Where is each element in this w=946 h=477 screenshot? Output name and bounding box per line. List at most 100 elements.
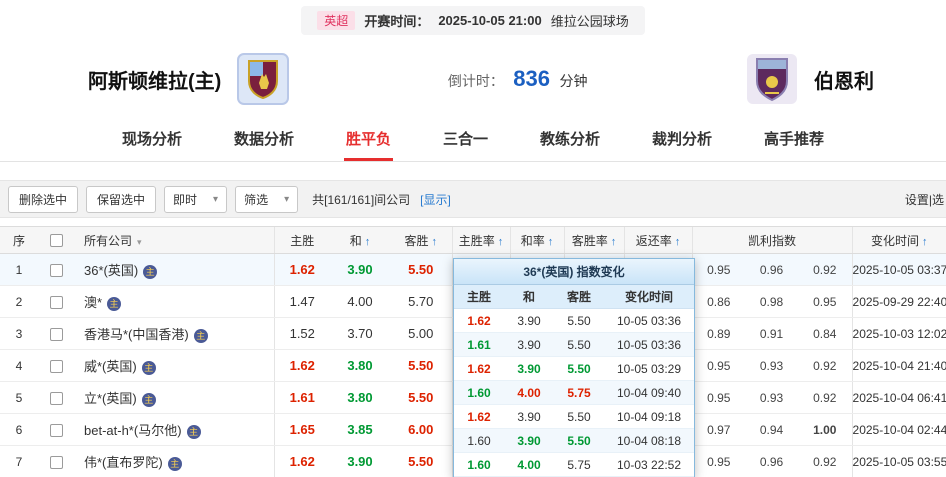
popup-history-row: 1.623.905.5010-05 03:29 bbox=[454, 357, 694, 381]
popup-history-row: 1.613.905.5010-05 03:36 bbox=[454, 333, 694, 357]
row-checkbox[interactable] bbox=[50, 328, 63, 341]
header-home-rate[interactable]: 主胜率↑ bbox=[452, 227, 510, 254]
countdown-unit: 分钟 bbox=[559, 73, 587, 89]
header-return-rate[interactable]: 返还率↑ bbox=[624, 227, 692, 254]
popup-odds-home: 1.60 bbox=[454, 429, 504, 452]
odds-draw: 3.70 bbox=[330, 318, 390, 350]
popup-header-away: 客胜 bbox=[554, 285, 604, 308]
away-team-name: 伯恩利 bbox=[814, 65, 874, 94]
change-time: 2025-09-29 22:40 bbox=[852, 286, 946, 318]
keep-selected-button[interactable]: 保留选中 bbox=[86, 186, 156, 213]
header-draw-rate[interactable]: 和率↑ bbox=[510, 227, 564, 254]
kelly-home: 0.95 bbox=[692, 254, 745, 286]
row-checkbox[interactable] bbox=[50, 296, 63, 309]
tab-live-analysis[interactable]: 现场分析 bbox=[120, 118, 184, 161]
chevron-down-icon: ▾ bbox=[284, 194, 289, 205]
tab-win-draw-loss[interactable]: 胜平负 bbox=[344, 118, 393, 161]
row-checkbox-cell bbox=[38, 286, 74, 318]
kelly-away: 1.00 bbox=[798, 414, 852, 446]
header-away-odds[interactable]: 客胜↑ bbox=[390, 227, 452, 254]
company-cell: 伟*(直布罗陀)主 bbox=[74, 446, 274, 477]
header-away-rate[interactable]: 客胜率↑ bbox=[564, 227, 624, 254]
kelly-away: 0.92 bbox=[798, 382, 852, 414]
odds-home: 1.62 bbox=[274, 350, 330, 382]
popup-change-time: 10-03 22:52 bbox=[604, 453, 694, 476]
delete-selected-button[interactable]: 删除选中 bbox=[8, 186, 78, 213]
company-name[interactable]: 立*(英国) bbox=[84, 391, 137, 406]
tab-data-analysis[interactable]: 数据分析 bbox=[232, 118, 296, 161]
popup-history-row: 1.603.905.5010-04 08:18 bbox=[454, 429, 694, 453]
tab-expert-picks[interactable]: 高手推荐 bbox=[762, 118, 826, 161]
header-draw-odds[interactable]: 和↑ bbox=[330, 227, 390, 254]
change-time: 2025-10-05 03:37 bbox=[852, 254, 946, 286]
popup-history-row: 1.623.905.5010-05 03:36 bbox=[454, 309, 694, 333]
select-all-checkbox[interactable] bbox=[50, 234, 63, 247]
popup-odds-away: 5.50 bbox=[554, 333, 604, 356]
header-company[interactable]: 所有公司▾ bbox=[74, 227, 274, 254]
kelly-away: 0.95 bbox=[798, 286, 852, 318]
row-number: 4 bbox=[0, 350, 38, 382]
popup-odds-away: 5.50 bbox=[554, 357, 604, 380]
home-team: 阿斯顿维拉(主) bbox=[88, 53, 289, 105]
primary-company-badge-icon: 主 bbox=[187, 425, 201, 439]
show-link[interactable]: [显示] bbox=[420, 191, 451, 208]
odds-toolbar: 删除选中 保留选中 即时 ▾ 筛选 ▾ 共[161/161]间公司 [显示] 设… bbox=[0, 180, 946, 218]
primary-company-badge-icon: 主 bbox=[142, 393, 156, 407]
company-name[interactable]: 威*(英国) bbox=[84, 359, 137, 374]
away-team-crest-icon bbox=[746, 53, 798, 105]
row-checkbox[interactable] bbox=[50, 424, 63, 437]
kelly-home: 0.89 bbox=[692, 318, 745, 350]
popup-header-time: 变化时间 bbox=[604, 285, 694, 308]
sort-asc-icon: ↑ bbox=[548, 236, 554, 248]
company-cell: 香港马*(中国香港) 主 bbox=[74, 318, 274, 350]
kelly-away: 0.92 bbox=[798, 446, 852, 477]
popup-odds-away: 5.50 bbox=[554, 429, 604, 452]
odds-away: 5.70 bbox=[390, 286, 452, 318]
odds-away: 6.00 bbox=[390, 414, 452, 446]
header-kelly-index: 凯利指数 bbox=[692, 227, 852, 254]
away-team: 伯恩利 bbox=[746, 53, 874, 105]
row-checkbox-cell bbox=[38, 414, 74, 446]
primary-company-badge-icon: 主 bbox=[194, 329, 208, 343]
kickoff-label: 开赛时间： bbox=[364, 11, 429, 30]
sort-asc-icon: ↑ bbox=[365, 236, 371, 248]
row-checkbox[interactable] bbox=[50, 392, 63, 405]
company-name[interactable]: bet-at-h*(马尔他) bbox=[84, 423, 182, 438]
row-checkbox-cell bbox=[38, 350, 74, 382]
popup-change-time: 10-05 03:36 bbox=[604, 309, 694, 332]
team-header: 阿斯顿维拉(主) 倒计时： 836 分钟 bbox=[0, 40, 946, 118]
header-home-odds[interactable]: 主胜 bbox=[274, 227, 330, 254]
header-change-time[interactable]: 变化时间↑ bbox=[852, 227, 946, 254]
tab-three-in-one[interactable]: 三合一 bbox=[441, 118, 490, 161]
row-number: 6 bbox=[0, 414, 38, 446]
popup-odds-home: 1.61 bbox=[454, 333, 504, 356]
tab-coach-analysis[interactable]: 教练分析 bbox=[538, 118, 602, 161]
company-name[interactable]: 香港马*(中国香港) bbox=[84, 327, 189, 342]
kelly-draw: 0.96 bbox=[745, 254, 798, 286]
countdown-label: 倒计时： bbox=[448, 73, 504, 89]
countdown-value: 836 bbox=[513, 66, 550, 91]
row-checkbox[interactable] bbox=[50, 456, 63, 469]
row-checkbox[interactable] bbox=[50, 264, 63, 277]
popup-odds-draw: 4.00 bbox=[504, 453, 554, 476]
kelly-draw: 0.98 bbox=[745, 286, 798, 318]
row-checkbox-cell bbox=[38, 254, 74, 286]
settings-link[interactable]: 设置|选 bbox=[905, 191, 944, 208]
filter-dropdown[interactable]: 筛选 ▾ bbox=[235, 186, 298, 213]
popup-history-row: 1.604.005.7510-03 22:52 bbox=[454, 453, 694, 477]
company-name[interactable]: 36*(英国) bbox=[84, 263, 138, 278]
kelly-home: 0.95 bbox=[692, 350, 745, 382]
company-name[interactable]: 澳* bbox=[84, 295, 102, 310]
odds-draw: 3.80 bbox=[330, 350, 390, 382]
kelly-home: 0.95 bbox=[692, 382, 745, 414]
odds-draw: 4.00 bbox=[330, 286, 390, 318]
tab-bar: 现场分析 数据分析 胜平负 三合一 教练分析 裁判分析 高手推荐 bbox=[0, 118, 946, 162]
row-checkbox[interactable] bbox=[50, 360, 63, 373]
popup-header-home: 主胜 bbox=[454, 285, 504, 308]
company-name[interactable]: 伟*(直布罗陀) bbox=[84, 455, 163, 470]
odds-home: 1.61 bbox=[274, 382, 330, 414]
tab-referee-analysis[interactable]: 裁判分析 bbox=[650, 118, 714, 161]
popup-odds-away: 5.75 bbox=[554, 453, 604, 476]
league-badge[interactable]: 英超 bbox=[317, 11, 355, 30]
instant-dropdown[interactable]: 即时 ▾ bbox=[164, 186, 227, 213]
